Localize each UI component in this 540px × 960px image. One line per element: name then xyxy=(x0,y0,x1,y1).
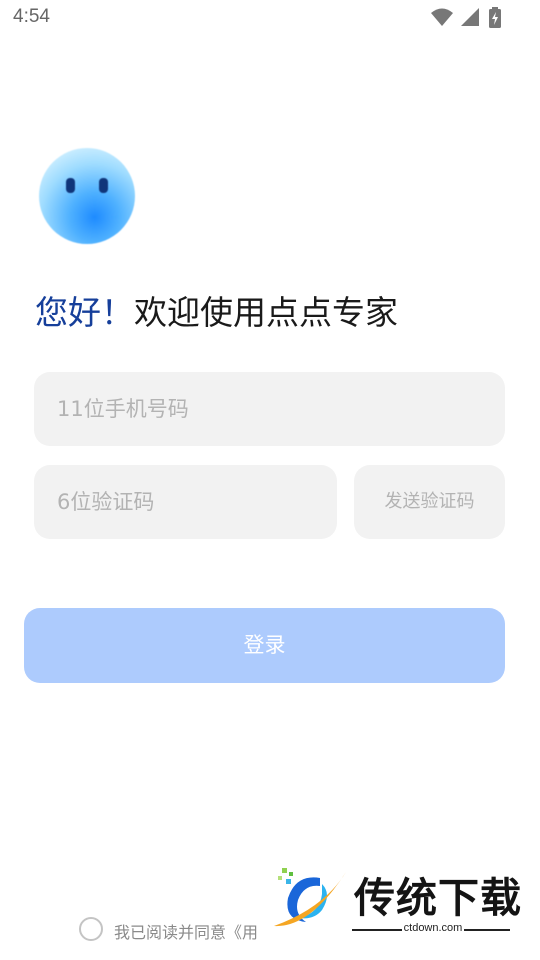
mascot-left-eye xyxy=(66,178,75,193)
agreement-text: 我已阅读并同意《用 xyxy=(114,923,259,942)
welcome-heading: 您好！欢迎使用点点专家 xyxy=(35,290,398,336)
login-button[interactable]: 登录 xyxy=(24,608,505,683)
wifi-icon xyxy=(431,8,453,26)
agreement-checkbox[interactable] xyxy=(79,917,103,941)
mascot-right-eye xyxy=(99,178,108,193)
code-placeholder: 6位验证码 xyxy=(57,490,155,514)
watermark-rule-left xyxy=(352,929,402,931)
greeting-main-text: 欢迎使用点点专家 xyxy=(134,293,398,332)
watermark-logo-icon xyxy=(274,868,346,927)
watermark-url: ctdown.com xyxy=(403,922,463,934)
verification-code-input[interactable]: 6位验证码 xyxy=(34,465,337,539)
phone-input[interactable]: 11位手机号码 xyxy=(34,372,505,446)
login-label: 登录 xyxy=(243,633,286,657)
watermark-rule-right xyxy=(464,929,510,931)
watermark-title: 传统下载 xyxy=(354,874,522,922)
watermark: 传统下载 ctdown.com xyxy=(266,862,521,938)
status-bar: 4:54 xyxy=(0,0,540,38)
status-time: 4:54 xyxy=(13,6,50,27)
blob-mascot-icon xyxy=(39,148,135,244)
send-code-button[interactable]: 发送验证码 xyxy=(354,465,505,539)
battery-charging-icon xyxy=(489,7,501,28)
greeting-accent-text: 您好！ xyxy=(35,293,134,332)
signal-icon xyxy=(461,8,479,26)
phone-placeholder: 11位手机号码 xyxy=(57,397,189,421)
send-code-label: 发送验证码 xyxy=(384,491,475,512)
